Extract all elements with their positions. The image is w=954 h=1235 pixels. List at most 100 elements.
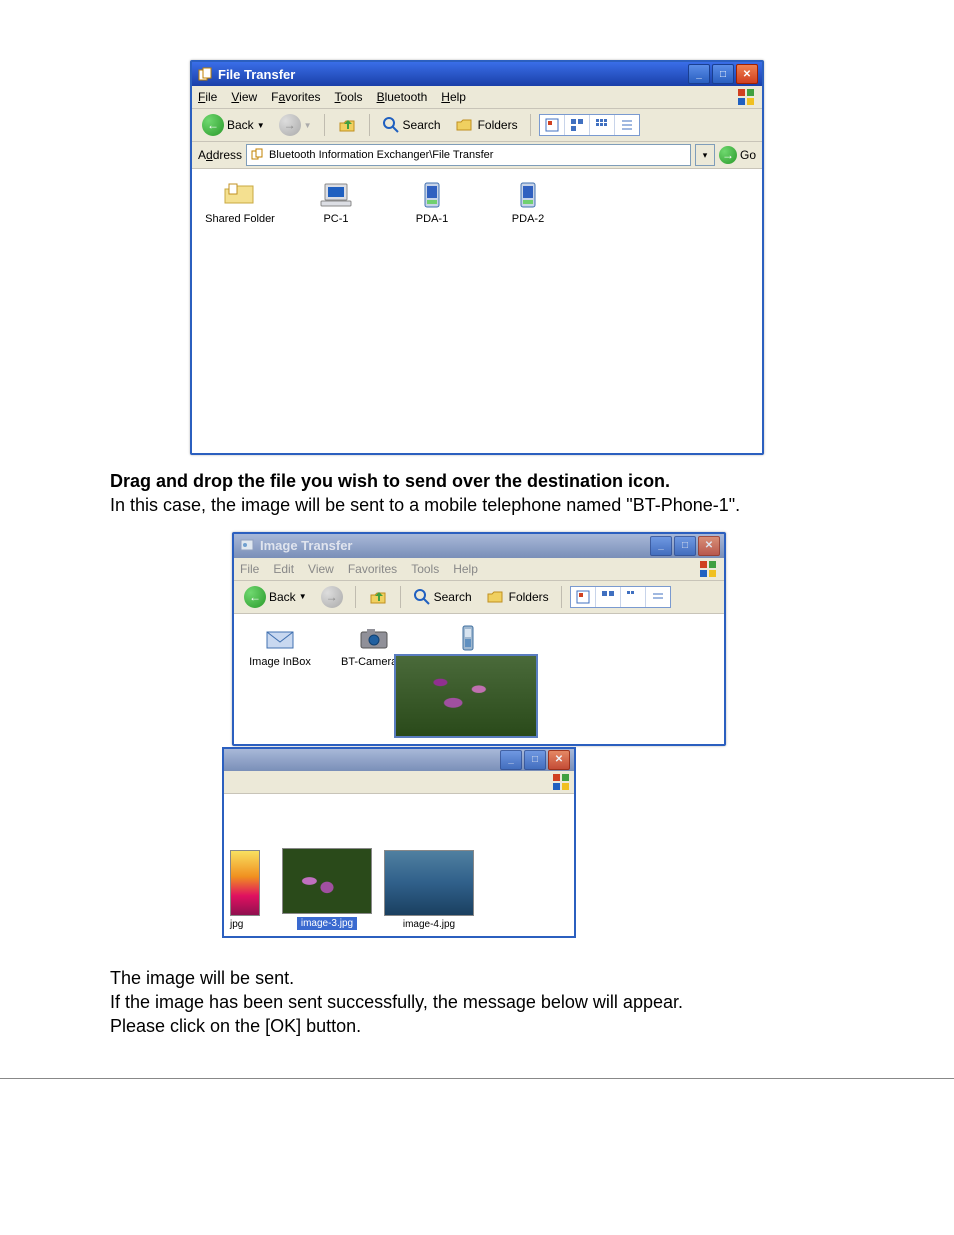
folder-up-icon	[368, 587, 388, 607]
go-button[interactable]: → Go	[719, 146, 756, 164]
minimize-button[interactable]: _	[688, 64, 710, 84]
app-icon	[251, 148, 265, 162]
folders-icon	[486, 588, 506, 606]
menu-favorites[interactable]: Favorites	[271, 90, 320, 104]
folders-icon	[455, 116, 475, 134]
folders-button[interactable]: Folders	[451, 114, 522, 136]
file-list: Image InBox BT-Camera-1 BT-Ph...	[234, 614, 724, 744]
windows-logo-icon	[736, 87, 756, 107]
minimize-button[interactable]: _	[650, 536, 672, 556]
image-transfer-window: Image Transfer _ □ ✕ File Edit View Favo…	[232, 532, 726, 746]
back-button[interactable]: ← Back ▼	[198, 112, 269, 138]
item-image-inbox[interactable]: Image InBox	[244, 624, 316, 668]
item-label: Shared Folder	[205, 213, 275, 225]
menu-bluetooth[interactable]: Bluetooth	[377, 90, 428, 104]
file-list: Shared Folder PC-1 PDA-1 PDA-2	[192, 169, 762, 453]
thumbnail-image	[282, 848, 372, 914]
close-button[interactable]: ✕	[698, 536, 720, 556]
item-label: PC-1	[323, 213, 348, 225]
titlebar[interactable]: Image Transfer _ □ ✕	[234, 534, 724, 558]
inbox-icon	[263, 624, 297, 652]
chevron-down-icon: ▼	[304, 121, 312, 130]
titlebar[interactable]: _ □ ✕	[224, 749, 574, 771]
item-pc-1[interactable]: PC-1	[300, 181, 372, 225]
up-button[interactable]	[364, 585, 392, 609]
up-button[interactable]	[333, 113, 361, 137]
address-dropdown-button[interactable]: ▾	[695, 144, 715, 166]
view-list-button[interactable]	[646, 587, 670, 607]
view-tiles-button[interactable]	[565, 115, 590, 135]
view-icons-button[interactable]	[590, 115, 615, 135]
view-icons-button[interactable]	[621, 587, 646, 607]
search-button[interactable]: Search	[409, 586, 476, 608]
view-thumbnails-button[interactable]	[571, 587, 596, 607]
window-title: File Transfer	[218, 67, 295, 82]
instruction-paragraph-2: The image will be sent. If the image has…	[110, 966, 844, 1039]
thumb-image-3[interactable]: image-3.jpg	[282, 848, 372, 930]
go-icon: →	[719, 146, 737, 164]
titlebar[interactable]: File Transfer _ □ ✕	[192, 62, 762, 86]
item-label: Image InBox	[249, 656, 311, 668]
menu-bar	[224, 771, 574, 794]
maximize-button[interactable]: □	[524, 750, 546, 770]
menu-tools[interactable]: Tools	[335, 90, 363, 104]
menu-file[interactable]: File	[240, 562, 259, 576]
forward-button[interactable]: → ▼	[275, 112, 316, 138]
chevron-down-icon: ▼	[257, 121, 265, 130]
minimize-button[interactable]: _	[500, 750, 522, 770]
item-shared-folder[interactable]: Shared Folder	[204, 181, 276, 225]
view-thumbnails-button[interactable]	[540, 115, 565, 135]
thumbnail-list: jpg image-3.jpg image-4.jpg	[224, 794, 574, 936]
maximize-button[interactable]: □	[712, 64, 734, 84]
folder-up-icon	[337, 115, 357, 135]
address-bar: Address Bluetooth Information Exchanger\…	[192, 142, 762, 169]
item-pda-2[interactable]: PDA-2	[492, 181, 564, 225]
close-button[interactable]: ✕	[548, 750, 570, 770]
file-transfer-window: File Transfer _ □ ✕ File View Favorites …	[190, 60, 764, 455]
menu-file[interactable]: File	[198, 90, 217, 104]
maximize-button[interactable]: □	[674, 536, 696, 556]
menu-help[interactable]: Help	[453, 562, 478, 576]
pda-icon	[415, 181, 449, 209]
search-button[interactable]: Search	[378, 114, 445, 136]
thumbnail-image	[230, 850, 260, 916]
app-icon	[238, 537, 256, 555]
instruction-paragraph-1: Drag and drop the file you wish to send …	[110, 469, 844, 518]
forward-button[interactable]: →	[317, 584, 347, 610]
menu-tools[interactable]: Tools	[411, 562, 439, 576]
menu-edit[interactable]: Edit	[273, 562, 294, 576]
windows-logo-icon	[698, 559, 718, 579]
phone-icon	[451, 624, 485, 652]
item-pda-1[interactable]: PDA-1	[396, 181, 468, 225]
folders-button[interactable]: Folders	[482, 586, 553, 608]
view-list-button[interactable]	[615, 115, 639, 135]
thumbnail-image	[384, 850, 474, 916]
back-button[interactable]: ← Back ▼	[240, 584, 311, 610]
thumb-image-4[interactable]: image-4.jpg	[384, 850, 474, 930]
thumb-label: jpg	[230, 919, 243, 930]
view-tiles-button[interactable]	[596, 587, 621, 607]
thumb-label: image-4.jpg	[403, 919, 455, 930]
menu-view[interactable]: View	[308, 562, 334, 576]
menu-bar: File View Favorites Tools Bluetooth Help	[192, 86, 762, 109]
view-mode-buttons	[570, 586, 671, 608]
computer-icon	[319, 181, 353, 209]
chevron-down-icon: ▼	[299, 592, 307, 601]
source-folder-window: _ □ ✕ jpg image-3.jpg image-4.jpg	[222, 747, 576, 938]
window-title: Image Transfer	[260, 538, 353, 553]
address-input[interactable]: Bluetooth Information Exchanger\File Tra…	[246, 144, 691, 166]
windows-logo-icon	[552, 773, 570, 791]
thumb-jpg[interactable]: jpg	[230, 850, 270, 930]
menu-favorites[interactable]: Favorites	[348, 562, 397, 576]
menu-help[interactable]: Help	[441, 90, 466, 104]
camera-icon	[357, 624, 391, 652]
address-label: Address	[198, 148, 242, 162]
back-icon: ←	[244, 586, 266, 608]
item-label: PDA-1	[416, 213, 448, 225]
view-mode-buttons	[539, 114, 640, 136]
menu-bar: File Edit View Favorites Tools Help	[234, 558, 724, 581]
close-button[interactable]: ✕	[736, 64, 758, 84]
menu-view[interactable]: View	[231, 90, 257, 104]
back-icon: ←	[202, 114, 224, 136]
forward-icon: →	[321, 586, 343, 608]
